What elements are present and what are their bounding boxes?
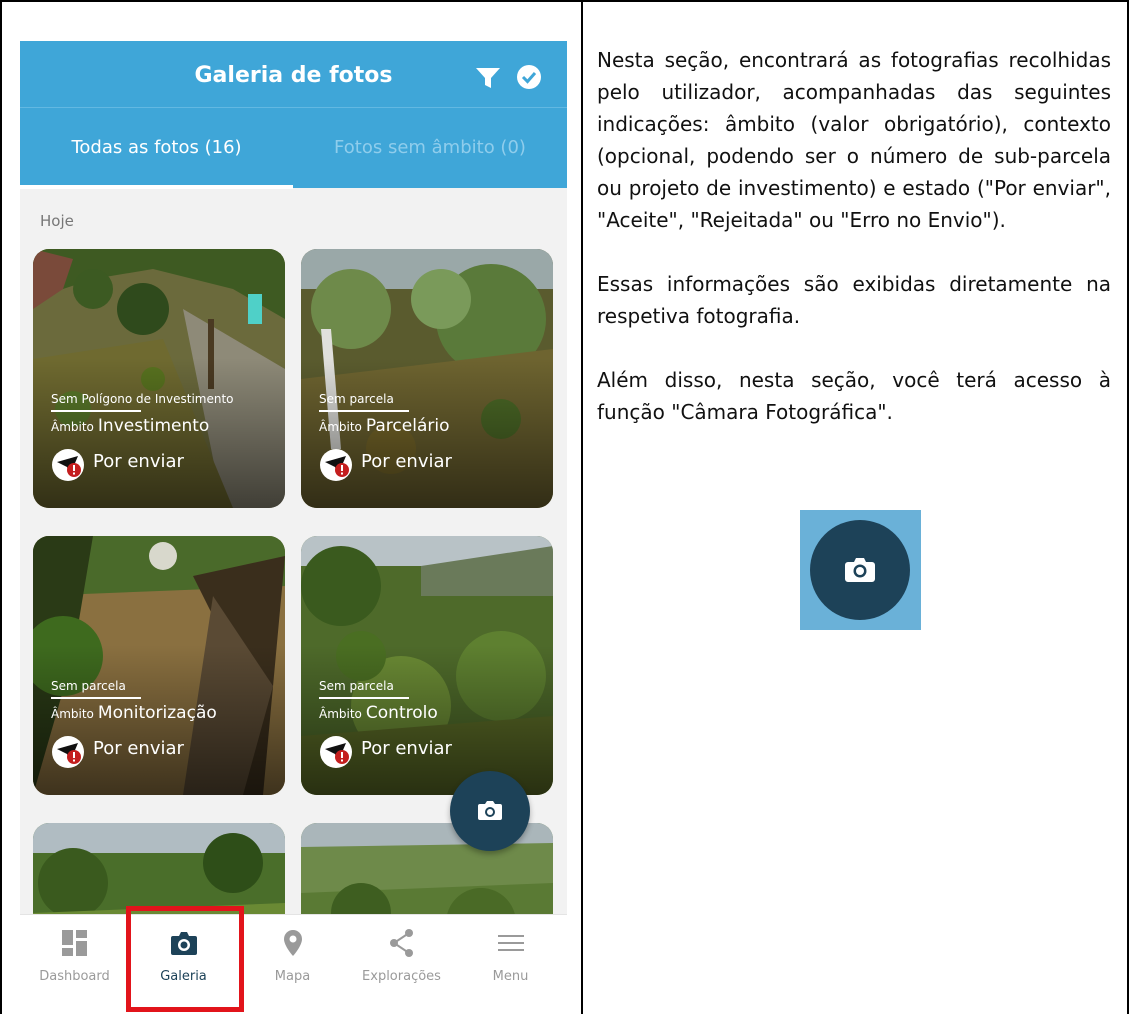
table-border-left [0,0,2,1014]
card-parcel-underline [51,697,141,699]
card-scope: Âmbito Monitorização [51,703,217,723]
tab-photos-without-scope[interactable]: Fotos sem âmbito (0) [293,137,567,158]
app-bar-divider [20,107,567,108]
phone-screenshot: Galeria de fotos Todas as fotos (16) Fot… [20,41,567,1014]
card-scope-value: Controlo [365,703,438,723]
table-border-top [0,0,1129,2]
card-parcel: Sem parcela [319,679,394,693]
card-scope-label: Âmbito [51,420,94,434]
send-pending-icon [52,449,84,481]
nav-exploracoes[interactable]: Explorações [347,915,456,1014]
filter-icon[interactable] [474,65,502,91]
card-parcel-underline [51,410,141,412]
photo-card[interactable]: Sem parcela Âmbito Controlo Por enviar [301,536,553,795]
photo-card[interactable]: Sem Polígono de Investimento Âmbito Inves… [33,249,285,508]
photo-card[interactable]: Sem parcela Âmbito Monitorização Por envi… [33,536,285,795]
card-scope: Âmbito Parcelário [319,416,450,436]
description-text: Nesta seção, encontrará as fotografias r… [597,44,1111,460]
share-icon [390,929,413,957]
card-scope: Âmbito Investimento [51,416,209,436]
card-scope-label: Âmbito [319,420,362,434]
camera-fab[interactable] [450,771,530,851]
card-parcel-underline [319,410,409,412]
card-scope-label: Âmbito [319,707,362,721]
bottom-navigation: Dashboard Galeria Mapa Explorações Menu [20,914,567,1014]
table-border-middle [581,0,583,1014]
card-parcel: Sem Polígono de Investimento [51,392,234,406]
description-paragraph: Essas informações são exibidas diretamen… [597,272,1111,328]
description-paragraph: Nesta seção, encontrará as fotografias r… [597,48,1111,232]
nav-mapa[interactable]: Mapa [238,915,347,1014]
tab-all-photos[interactable]: Todas as fotos (16) [20,137,293,158]
nav-dashboard[interactable]: Dashboard [20,915,129,1014]
app-bar: Galeria de fotos Todas as fotos (16) Fot… [20,41,567,189]
card-parcel: Sem parcela [319,392,394,406]
card-scope-value: Investimento [97,416,210,436]
map-pin-icon [284,930,302,956]
nav-label: Explorações [362,969,441,984]
camera-icon [845,558,875,582]
select-all-check-icon[interactable] [515,63,543,91]
card-status: Por enviar [361,451,452,472]
dashboard-icon [62,930,87,956]
card-parcel: Sem parcela [51,679,126,693]
camera-button-image [800,510,921,630]
date-section-header: Hoje [40,212,74,230]
card-scope-value: Parcelário [365,416,450,436]
card-scope-label: Âmbito [51,707,94,721]
send-pending-icon [52,736,84,768]
card-status: Por enviar [361,738,452,759]
card-scope: Âmbito Controlo [319,703,438,723]
nav-label: Dashboard [39,969,110,984]
active-tab-indicator [20,185,293,189]
send-pending-icon [320,449,352,481]
card-parcel-underline [319,697,409,699]
description-paragraph: Além disso, nesta seção, você terá acess… [597,368,1111,424]
nav-label: Mapa [274,969,311,984]
card-status: Por enviar [93,451,184,472]
photo-card[interactable]: Sem parcela Âmbito Parcelário Por enviar [301,249,553,508]
send-pending-icon [320,736,352,768]
nav-label: Menu [492,969,529,984]
nav-menu[interactable]: Menu [456,915,565,1014]
card-scope-value: Monitorização [97,703,217,723]
menu-icon [498,935,524,951]
galeria-highlight-box [126,906,244,1012]
camera-icon [478,801,502,820]
card-status: Por enviar [93,738,184,759]
